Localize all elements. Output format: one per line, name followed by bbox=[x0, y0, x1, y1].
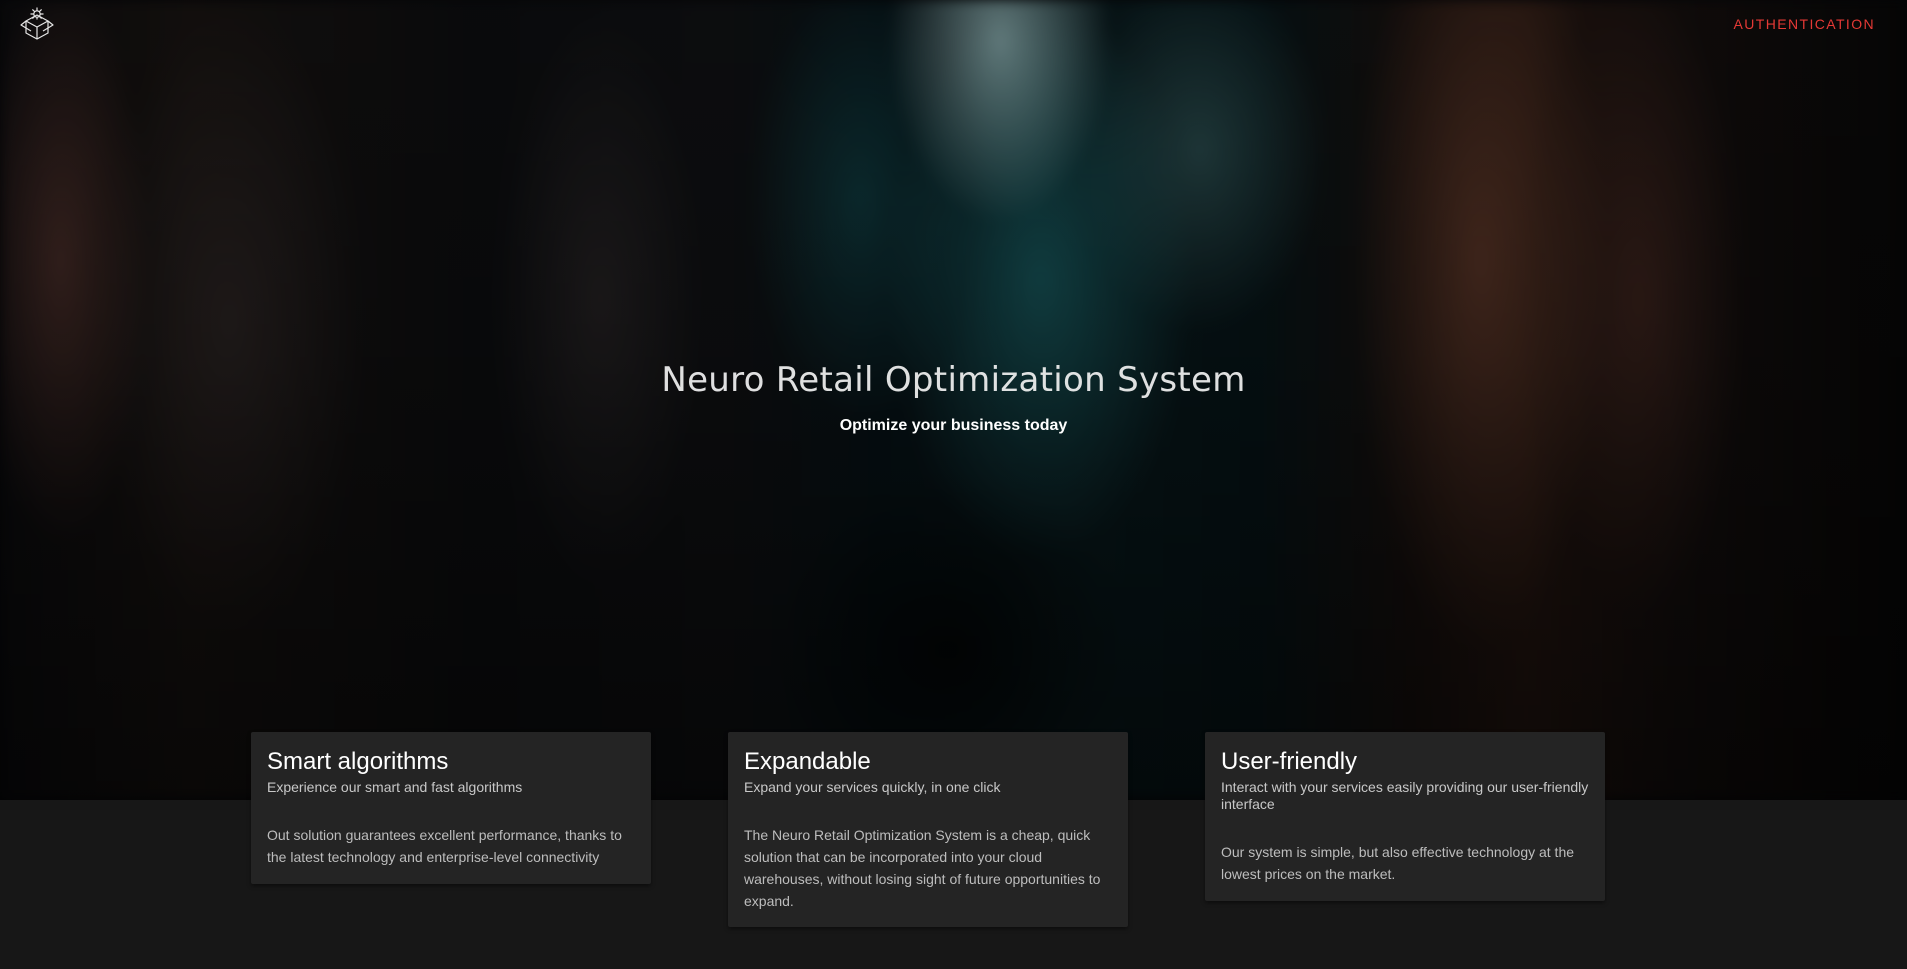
card-title: User-friendly bbox=[1221, 748, 1358, 775]
feature-card-user-friendly: User-friendly Interact with your service… bbox=[1205, 732, 1605, 901]
card-text: Out solution guarantees excellent perfor… bbox=[267, 827, 622, 865]
hero-title: Neuro Retail Optimization System bbox=[661, 360, 1246, 400]
card-text: Our system is simple, but also effective… bbox=[1221, 844, 1575, 882]
card-text: The Neuro Retail Optimization System is … bbox=[744, 827, 1101, 909]
card-title: Expandable bbox=[744, 748, 871, 775]
feature-card-expandable: Expandable Expand your services quickly,… bbox=[728, 732, 1128, 927]
hero-section: AUTHENTICATION Neuro Retail Optimization… bbox=[0, 0, 1907, 800]
authentication-link[interactable]: AUTHENTICATION bbox=[1734, 16, 1875, 32]
card-title: Smart algorithms bbox=[267, 748, 449, 775]
card-subtitle: Interact with your services easily provi… bbox=[1221, 779, 1589, 812]
box-network-icon[interactable] bbox=[18, 6, 56, 44]
feature-card-smart-algorithms: Smart algorithms Experience our smart an… bbox=[251, 732, 651, 884]
landing-page: AUTHENTICATION Neuro Retail Optimization… bbox=[0, 0, 1907, 969]
card-subtitle: Expand your services quickly, in one cli… bbox=[744, 779, 1001, 795]
card-subtitle: Experience our smart and fast algorithms bbox=[267, 779, 523, 795]
hero-subtitle: Optimize your business today bbox=[839, 417, 1068, 434]
